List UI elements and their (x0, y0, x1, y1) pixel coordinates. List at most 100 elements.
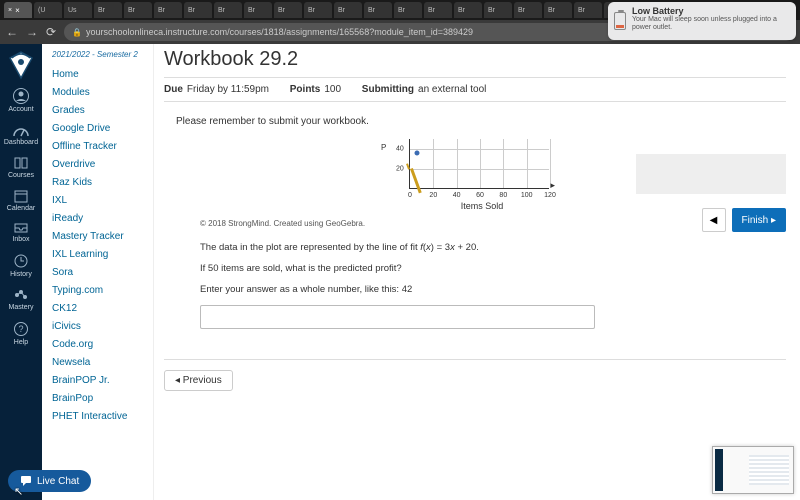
reminder-text: Please remember to submit your workbook. (176, 116, 786, 127)
user-icon (13, 88, 29, 104)
x-tick: 40 (453, 192, 461, 199)
url-text: yourschoolonlineca.instructure.com/cours… (86, 27, 473, 37)
browser-tab[interactable]: Br (244, 2, 272, 18)
scatter-chart: P 2040608010012002040▸ Items Sold (395, 139, 555, 211)
prev-page-button[interactable]: ◀ (702, 208, 726, 232)
nav-mastery[interactable]: Mastery (0, 284, 42, 317)
coursenav-newsela[interactable]: Newsela (52, 353, 153, 371)
coursenav-ixllearning[interactable]: IXL Learning (52, 245, 153, 263)
assignment-content: Workbook 29.2 DueFriday by 11:59pm Point… (154, 44, 800, 500)
svg-text:?: ? (18, 324, 23, 334)
copyright-text: © 2018 StrongMind. Created using GeoGebr… (200, 219, 786, 228)
course-term-label: 2021/2022 - Semester 2 (52, 50, 153, 59)
fit-line (410, 168, 422, 193)
nav-inbox[interactable]: Inbox (0, 218, 42, 249)
reload-button[interactable]: ⟳ (46, 25, 56, 39)
coursenav-razkids[interactable]: Raz Kids (52, 173, 153, 191)
help-icon: ? (13, 321, 29, 337)
dashboard-icon (13, 123, 29, 137)
browser-tab[interactable]: Br (334, 2, 362, 18)
assignment-title: Workbook 29.2 (164, 48, 786, 71)
nav-account[interactable]: Account (0, 84, 42, 119)
coursenav-ck12[interactable]: CK12 (52, 299, 153, 317)
low-battery-notification[interactable]: Low Battery Your Mac will sleep soon unl… (608, 2, 796, 40)
notification-detail: Your Mac will sleep soon unless plugged … (632, 16, 790, 31)
finish-button[interactable]: Finish ▸ (732, 208, 786, 232)
canvas-global-nav: Account Dashboard Courses Calendar Inbox… (0, 44, 42, 500)
coursenav-icivics[interactable]: iCivics (52, 317, 153, 335)
browser-tab[interactable]: Br (424, 2, 452, 18)
nav-dashboard[interactable]: Dashboard (0, 119, 42, 152)
sidebar-placeholder (636, 154, 786, 194)
notification-title: Low Battery (632, 6, 790, 16)
browser-tab[interactable]: Br (454, 2, 482, 18)
answer-input[interactable] (200, 305, 595, 329)
nav-courses[interactable]: Courses (0, 152, 42, 185)
browser-tab[interactable]: Br (514, 2, 542, 18)
course-navigation: 2021/2022 - Semester 2 Home Modules Grad… (42, 44, 154, 500)
close-icon[interactable]: × (15, 6, 20, 15)
question-line-3: Enter your answer as a whole number, lik… (200, 284, 786, 295)
coursenav-ixl[interactable]: IXL (52, 191, 153, 209)
cursor-icon: ↖ (14, 485, 23, 498)
browser-tab[interactable]: Br (304, 2, 332, 18)
question-line-2: If 50 items are sold, what is the predic… (200, 263, 786, 274)
inbox-icon (13, 222, 29, 234)
browser-tab[interactable]: Br (184, 2, 212, 18)
coursenav-typing[interactable]: Typing.com (52, 281, 153, 299)
browser-tab[interactable]: Br (274, 2, 302, 18)
browser-tab[interactable]: Br (574, 2, 602, 18)
coursenav-masterytracker[interactable]: Mastery Tracker (52, 227, 153, 245)
history-icon (13, 253, 29, 269)
browser-tab[interactable]: Br (214, 2, 242, 18)
y-tick: 40 (396, 146, 404, 153)
previous-button[interactable]: ◂ Previous (164, 370, 233, 391)
x-axis-title: Items Sold (409, 201, 555, 211)
browser-tab[interactable]: ×× (4, 2, 32, 18)
x-tick: 20 (429, 192, 437, 199)
nav-help[interactable]: ? Help (0, 317, 42, 352)
data-point (415, 151, 420, 156)
coursenav-googledrive[interactable]: Google Drive (52, 119, 153, 137)
x-tick: 120 (544, 192, 556, 199)
coursenav-grades[interactable]: Grades (52, 101, 153, 119)
browser-tab[interactable]: Br (364, 2, 392, 18)
coursenav-brainpopjr[interactable]: BrainPOP Jr. (52, 371, 153, 389)
browser-tab[interactable]: Br (154, 2, 182, 18)
page-minimap[interactable] (712, 446, 794, 494)
x-tick: 100 (521, 192, 533, 199)
browser-tab[interactable]: Us (64, 2, 92, 18)
browser-tab[interactable]: Br (94, 2, 122, 18)
coursenav-iready[interactable]: iReady (52, 209, 153, 227)
x-tick: 0 (408, 192, 412, 199)
calendar-icon (13, 189, 29, 203)
mastery-icon (13, 288, 29, 302)
coursenav-phet[interactable]: PHET Interactive (52, 407, 153, 425)
nav-history[interactable]: History (0, 249, 42, 284)
browser-tab[interactable]: Br (124, 2, 152, 18)
module-navigation: ◂ Previous (164, 359, 786, 411)
browser-tab[interactable]: Br (544, 2, 572, 18)
forward-button[interactable]: → (26, 25, 38, 39)
book-icon (13, 156, 29, 170)
question-line-1: The data in the plot are represented by … (200, 242, 786, 253)
school-logo[interactable] (6, 48, 36, 80)
coursenav-sora[interactable]: Sora (52, 263, 153, 281)
arrow-right-icon: ▸ (550, 180, 555, 191)
coursenav-brainpop[interactable]: BrainPop (52, 389, 153, 407)
lock-icon: 🔒 (72, 28, 82, 37)
coursenav-overdrive[interactable]: Overdrive (52, 155, 153, 173)
coursenav-offlinetracker[interactable]: Offline Tracker (52, 137, 153, 155)
coursenav-codeorg[interactable]: Code.org (52, 335, 153, 353)
back-button[interactable]: ← (6, 25, 18, 39)
browser-tab[interactable]: (U (34, 2, 62, 18)
coursenav-home[interactable]: Home (52, 65, 153, 83)
assignment-meta: DueFriday by 11:59pm Points100 Submittin… (164, 77, 786, 102)
y-axis-label: P (381, 143, 386, 152)
browser-tab[interactable]: Br (394, 2, 422, 18)
x-tick: 60 (476, 192, 484, 199)
browser-tab[interactable]: Br (484, 2, 512, 18)
coursenav-modules[interactable]: Modules (52, 83, 153, 101)
y-tick: 20 (396, 166, 404, 173)
nav-calendar[interactable]: Calendar (0, 185, 42, 218)
